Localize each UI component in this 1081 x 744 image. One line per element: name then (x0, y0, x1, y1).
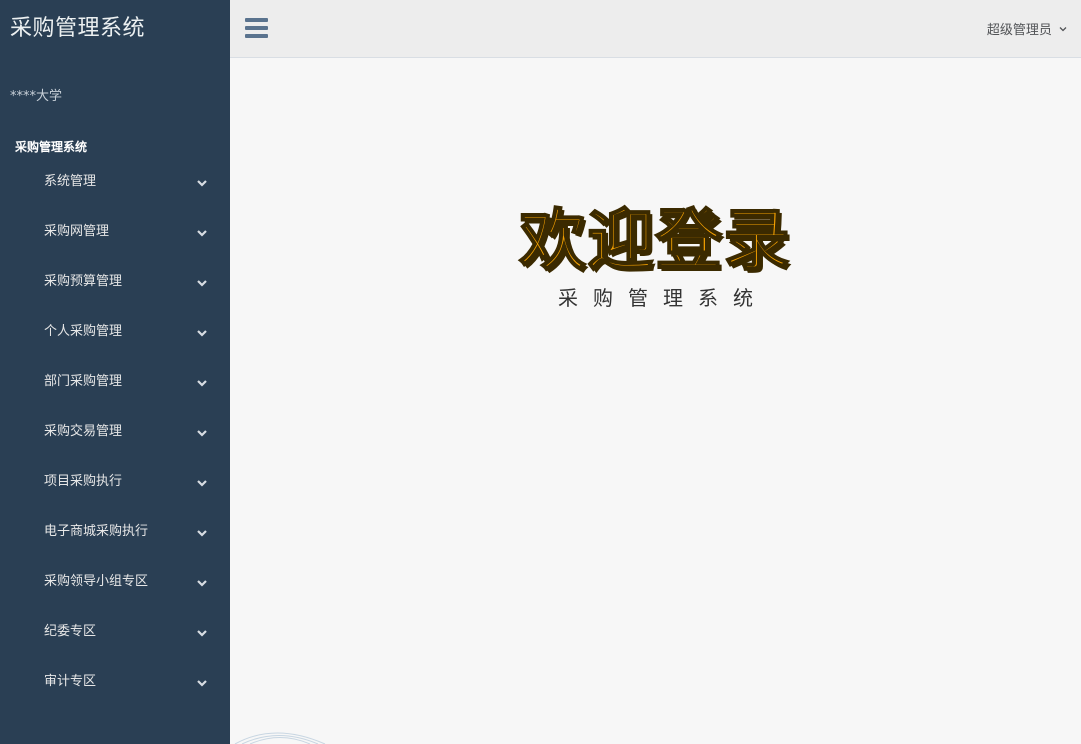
sidebar-item-label: 审计专区 (44, 674, 97, 689)
chevron-down-icon (197, 280, 207, 287)
chevron-down-icon (197, 230, 207, 237)
hamburger-bar (245, 34, 268, 38)
chevron-down-icon (197, 480, 207, 487)
sidebar: 采购管理系统 ****大学 采购管理系统 系统管理 采购网管理 采购预算管理 个… (0, 0, 230, 744)
welcome-subtitle: 采购管理系统 (558, 286, 768, 310)
sidebar-item-transaction-management[interactable]: 采购交易管理 (0, 417, 230, 467)
top-navbar: 超级管理员 (230, 0, 1081, 58)
sidebar-item-label: 采购领导小组专区 (44, 574, 149, 589)
welcome-heading: 欢迎登录 (519, 201, 792, 280)
hamburger-bar (245, 26, 268, 30)
sidebar-item-label: 采购预算管理 (44, 274, 123, 289)
organization-name: ****大学 (10, 89, 63, 104)
sidebar-item-department-procurement[interactable]: 部门采购管理 (0, 367, 230, 417)
sidebar-item-project-execution[interactable]: 项目采购执行 (0, 467, 230, 517)
menu-section-title: 采购管理系统 (15, 140, 88, 154)
user-name: 超级管理员 (986, 23, 1052, 38)
user-menu[interactable]: 超级管理员 (987, 19, 1067, 38)
sidebar-item-leadership-group[interactable]: 采购领导小组专区 (0, 567, 230, 617)
chevron-down-icon (197, 530, 207, 537)
main-content: 欢迎登录 采购管理系统 (230, 58, 1081, 744)
sidebar-menu: 系统管理 采购网管理 采购预算管理 个人采购管理 部门采购管理 采购交易管理 项… (0, 167, 230, 717)
sidebar-item-personal-procurement[interactable]: 个人采购管理 (0, 317, 230, 367)
sidebar-item-discipline-zone[interactable]: 纪委专区 (0, 617, 230, 667)
chevron-down-icon (197, 330, 207, 337)
hamburger-icon[interactable] (245, 18, 268, 38)
sidebar-item-label: 个人采购管理 (44, 324, 123, 339)
hamburger-bar (245, 18, 268, 22)
sidebar-item-label: 采购交易管理 (44, 424, 123, 439)
sidebar-item-label: 部门采购管理 (44, 374, 123, 389)
sidebar-item-emall-execution[interactable]: 电子商城采购执行 (0, 517, 230, 567)
sidebar-item-audit-zone[interactable]: 审计专区 (0, 667, 230, 717)
chevron-down-icon (197, 580, 207, 587)
sidebar-item-label: 电子商城采购执行 (44, 524, 149, 539)
sidebar-item-label: 纪委专区 (44, 624, 97, 639)
chevron-down-icon (197, 680, 207, 687)
sidebar-item-label: 系统管理 (44, 174, 97, 189)
app-title[interactable]: 采购管理系统 (0, 0, 230, 57)
decorative-waves (234, 732, 326, 744)
chevron-down-icon (1059, 27, 1067, 32)
sidebar-item-system-management[interactable]: 系统管理 (0, 167, 230, 217)
chevron-down-icon (197, 380, 207, 387)
sidebar-item-procurement-web[interactable]: 采购网管理 (0, 217, 230, 267)
chevron-down-icon (197, 430, 207, 437)
chevron-down-icon (197, 180, 207, 187)
chevron-down-icon (197, 630, 207, 637)
sidebar-item-label: 项目采购执行 (44, 474, 123, 489)
sidebar-item-label: 采购网管理 (44, 224, 110, 239)
sidebar-item-budget-management[interactable]: 采购预算管理 (0, 267, 230, 317)
